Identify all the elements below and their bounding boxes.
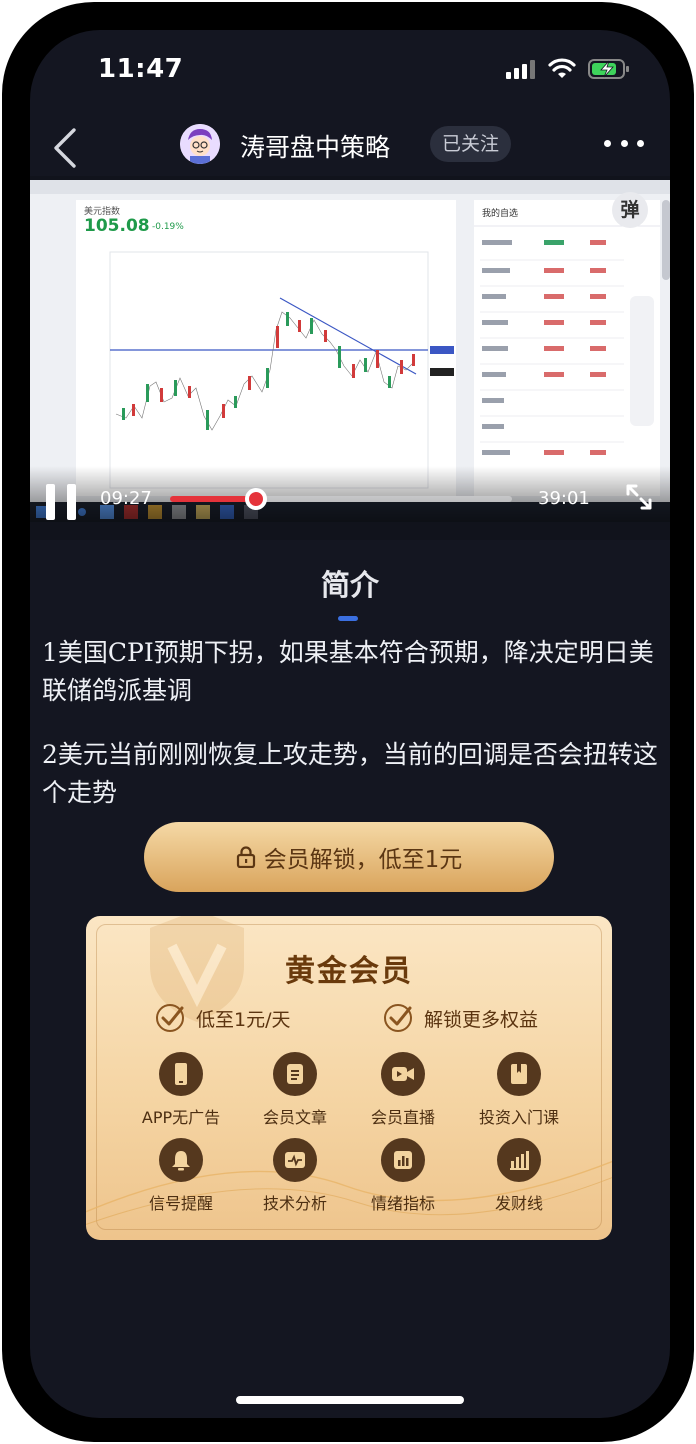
status-time: 11:47	[98, 54, 184, 84]
membership-title: 黄金会员	[285, 954, 413, 989]
feature-member-live[interactable]: 会员直播	[338, 1052, 468, 1128]
follow-button[interactable]: 已关注	[430, 126, 512, 162]
channel-name: 涛哥盘中策略	[240, 133, 391, 162]
perk-label: 解锁更多权益	[424, 1008, 539, 1031]
more-dot-icon	[637, 139, 644, 147]
feature-label: 投资入门课	[478, 1108, 559, 1127]
app-screen: 11:47 涛哥盘中策略 已关注 美元指数 105.08 -0.19% 我的自选…	[30, 30, 670, 1418]
check-circle-icon	[384, 1004, 412, 1032]
gold-membership-card[interactable]: 黄金会员 低至1元/天 解锁更多权益 APP无广告 会员文章 会员直播 投资入门…	[86, 916, 612, 1240]
price-chart-panel: 美元指数 105.08 -0.19%	[76, 200, 456, 496]
book-icon	[497, 1052, 541, 1096]
pause-button[interactable]	[46, 484, 76, 520]
channel-avatar[interactable]	[180, 124, 220, 164]
check-circle-icon	[156, 1004, 184, 1032]
bell-icon	[159, 1138, 203, 1182]
lock-icon	[236, 846, 255, 868]
video-camera-icon	[381, 1052, 425, 1096]
more-dot-icon	[604, 139, 611, 147]
feature-sentiment-indicator[interactable]: 情绪指标	[338, 1138, 468, 1214]
top-nav: 涛哥盘中策略 已关注	[30, 122, 670, 182]
watchlist-panel: 我的自选	[474, 200, 660, 496]
seek-handle[interactable]	[245, 488, 268, 510]
intro-paragraph: 2美元当前刚刚恢复上攻走势，当前的回调是否会扭转这个走势	[42, 740, 658, 807]
total-duration: 39:01	[538, 488, 590, 509]
perk-item: 低至1元/天	[154, 1002, 291, 1034]
member-unlock-label: 会员解锁，低至1元	[263, 847, 463, 873]
perk-label: 低至1元/天	[196, 1008, 291, 1031]
cartoon-avatar-icon	[180, 124, 220, 164]
intro-paragraph: 1美国CPI预期下拐，如果基本符合预期，降决定明日美联储鸽派基调	[42, 638, 654, 705]
phone-icon	[159, 1052, 203, 1096]
cellular-signal-icon	[506, 60, 535, 79]
current-time: 09:27	[100, 488, 152, 509]
more-options-button[interactable]	[604, 128, 644, 158]
feature-label: APP无广告	[141, 1108, 221, 1127]
back-button[interactable]	[46, 126, 86, 170]
trend-bars-icon	[497, 1138, 541, 1182]
phone-frame: 11:47 涛哥盘中策略 已关注 美元指数 105.08 -0.19% 我的自选…	[2, 2, 694, 1442]
feature-no-ads[interactable]: APP无广告	[116, 1052, 246, 1128]
wifi-icon	[548, 58, 576, 78]
perk-item: 解锁更多权益	[382, 1002, 538, 1034]
feature-label: 发财线	[494, 1194, 543, 1213]
pause-bar-icon	[67, 484, 76, 520]
intro-heading: 简介	[320, 568, 379, 602]
status-icons	[506, 58, 630, 80]
pause-bar-icon	[46, 484, 55, 520]
candlestick-chart-graphic	[109, 251, 454, 489]
feature-label: 会员直播	[370, 1108, 435, 1127]
seek-bar-fill	[170, 496, 257, 502]
bar-chart-icon	[381, 1138, 425, 1182]
document-icon	[273, 1052, 317, 1096]
member-unlock-button[interactable]: 会员解锁，低至1元	[144, 822, 554, 892]
fullscreen-expand-icon	[626, 484, 652, 510]
danmu-toggle-button[interactable]: 弹	[612, 192, 648, 228]
feature-intro-course[interactable]: 投资入门课	[454, 1052, 584, 1128]
watchlist-rows-graphic	[474, 225, 660, 455]
fullscreen-button[interactable]	[624, 482, 654, 512]
feature-fortune-line[interactable]: 发财线	[454, 1138, 584, 1214]
feature-signal-alerts[interactable]: 信号提醒	[116, 1138, 246, 1214]
feature-label: 情绪指标	[370, 1194, 435, 1213]
screenshot-scrollbar	[662, 200, 670, 280]
video-player[interactable]: 美元指数 105.08 -0.19% 我的自选 弹 09:27 39:01	[30, 176, 670, 540]
more-dot-icon	[620, 139, 628, 147]
feature-label: 信号提醒	[148, 1194, 213, 1213]
pulse-chart-icon	[273, 1138, 317, 1182]
battery-charging-icon	[588, 59, 629, 79]
browser-toolbar	[30, 180, 670, 194]
chevron-left-icon	[54, 128, 76, 168]
intro-heading-underline	[338, 616, 358, 621]
home-indicator[interactable]	[236, 1396, 464, 1404]
seek-bar[interactable]	[170, 488, 512, 510]
